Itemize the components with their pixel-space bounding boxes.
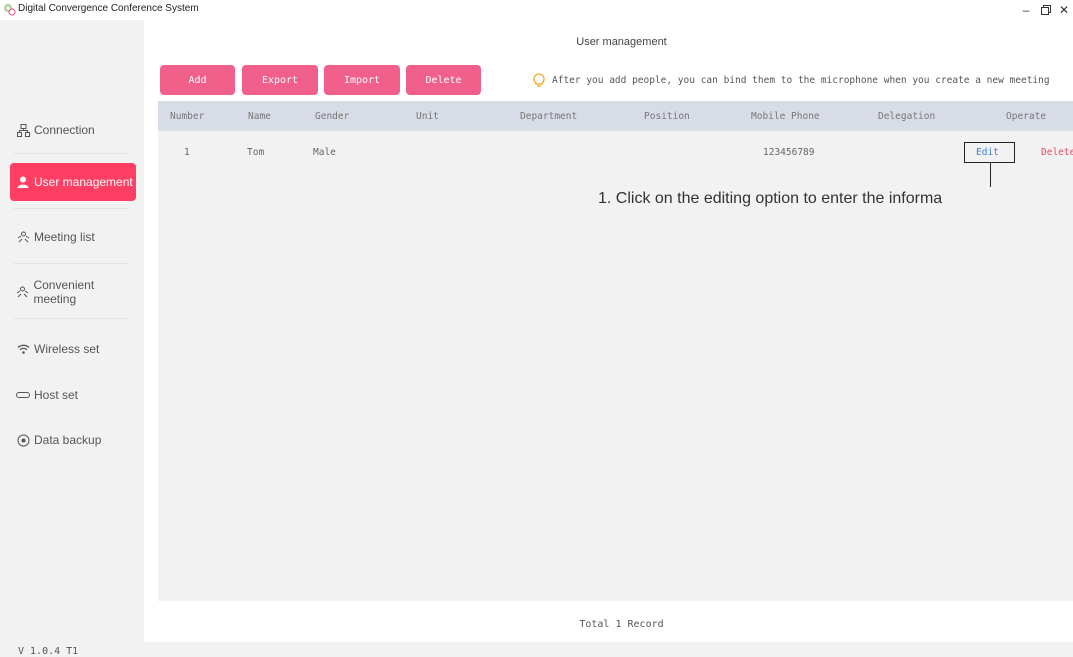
add-button[interactable]: Add: [160, 65, 235, 95]
meeting-icon: [16, 230, 30, 244]
sidebar-item-wireless-set[interactable]: Wireless set: [10, 331, 136, 367]
sidebar: Connection User management Meeting list …: [0, 20, 144, 657]
edit-link[interactable]: Edit: [976, 147, 999, 158]
column-header: Operate: [1006, 111, 1047, 122]
close-button[interactable]: ✕: [1053, 0, 1073, 20]
host-icon: [16, 388, 30, 402]
delete-link[interactable]: Delete: [1041, 147, 1073, 158]
table-header: Number Name Gender Unit Department Posit…: [158, 101, 1073, 131]
minimize-button[interactable]: –: [1015, 0, 1037, 20]
network-icon: [16, 123, 30, 137]
annotation-text: 1. Click on the editing option to enter …: [598, 190, 943, 207]
sidebar-item-meeting-list[interactable]: Meeting list: [10, 219, 136, 255]
cell-mobile: 123456789: [763, 147, 815, 158]
window-title: Digital Convergence Conference System: [18, 3, 199, 14]
sidebar-item-user-management[interactable]: User management: [10, 163, 136, 201]
column-header: Number: [170, 111, 205, 122]
wifi-icon: [16, 342, 30, 356]
title-bar: Digital Convergence Conference System – …: [0, 0, 1073, 20]
column-header: Department: [520, 111, 578, 122]
sidebar-item-host-set[interactable]: Host set: [10, 377, 136, 413]
tip-text: After you add people, you can bind them …: [552, 74, 1050, 86]
app-logo-icon: [4, 4, 16, 16]
sidebar-item-label: Data backup: [34, 433, 102, 447]
meeting-icon: [16, 285, 29, 299]
backup-icon: [16, 433, 30, 447]
column-header: Position: [644, 111, 690, 122]
column-header: Delegation: [878, 111, 936, 122]
sidebar-item-data-backup[interactable]: Data backup: [10, 422, 136, 458]
import-button[interactable]: Import: [324, 65, 400, 95]
column-header: Unit: [416, 111, 439, 122]
sidebar-item-label: User management: [34, 175, 133, 189]
record-count: Total 1 Record: [579, 619, 664, 630]
main-panel: User management Add Export Import Delete…: [144, 20, 1073, 642]
user-icon: [16, 175, 30, 189]
annotation-line: [990, 163, 991, 187]
lightbulb-icon: [533, 73, 545, 87]
cell-gender: Male: [313, 147, 336, 158]
sidebar-item-label: Wireless set: [34, 342, 100, 356]
sidebar-item-label: Host set: [34, 388, 79, 402]
sidebar-item-connection[interactable]: Connection: [10, 112, 136, 148]
cell-name: Tom: [247, 147, 265, 158]
divider: [14, 208, 128, 209]
sidebar-item-label: Meeting list: [34, 230, 95, 244]
divider: [14, 263, 128, 264]
tip-message: After you add people, you can bind them …: [532, 65, 1050, 95]
export-button[interactable]: Export: [242, 65, 318, 95]
column-header: Name: [248, 111, 271, 122]
version-label: V 1.0.4 T1: [18, 646, 79, 657]
column-header: Gender: [315, 111, 350, 122]
delete-button[interactable]: Delete: [406, 65, 481, 95]
sidebar-item-label: Connection: [34, 123, 95, 137]
page-title: User management: [576, 36, 667, 48]
sidebar-item-convenient-meeting[interactable]: Convenient meeting: [10, 274, 136, 310]
restore-icon: [1041, 5, 1051, 15]
divider: [14, 318, 128, 319]
divider: [14, 153, 128, 154]
user-table: Number Name Gender Unit Department Posit…: [158, 101, 1073, 601]
sidebar-item-label: Convenient meeting: [33, 278, 95, 306]
column-header: Mobile Phone: [751, 111, 820, 122]
cell-number: 1: [184, 147, 190, 158]
